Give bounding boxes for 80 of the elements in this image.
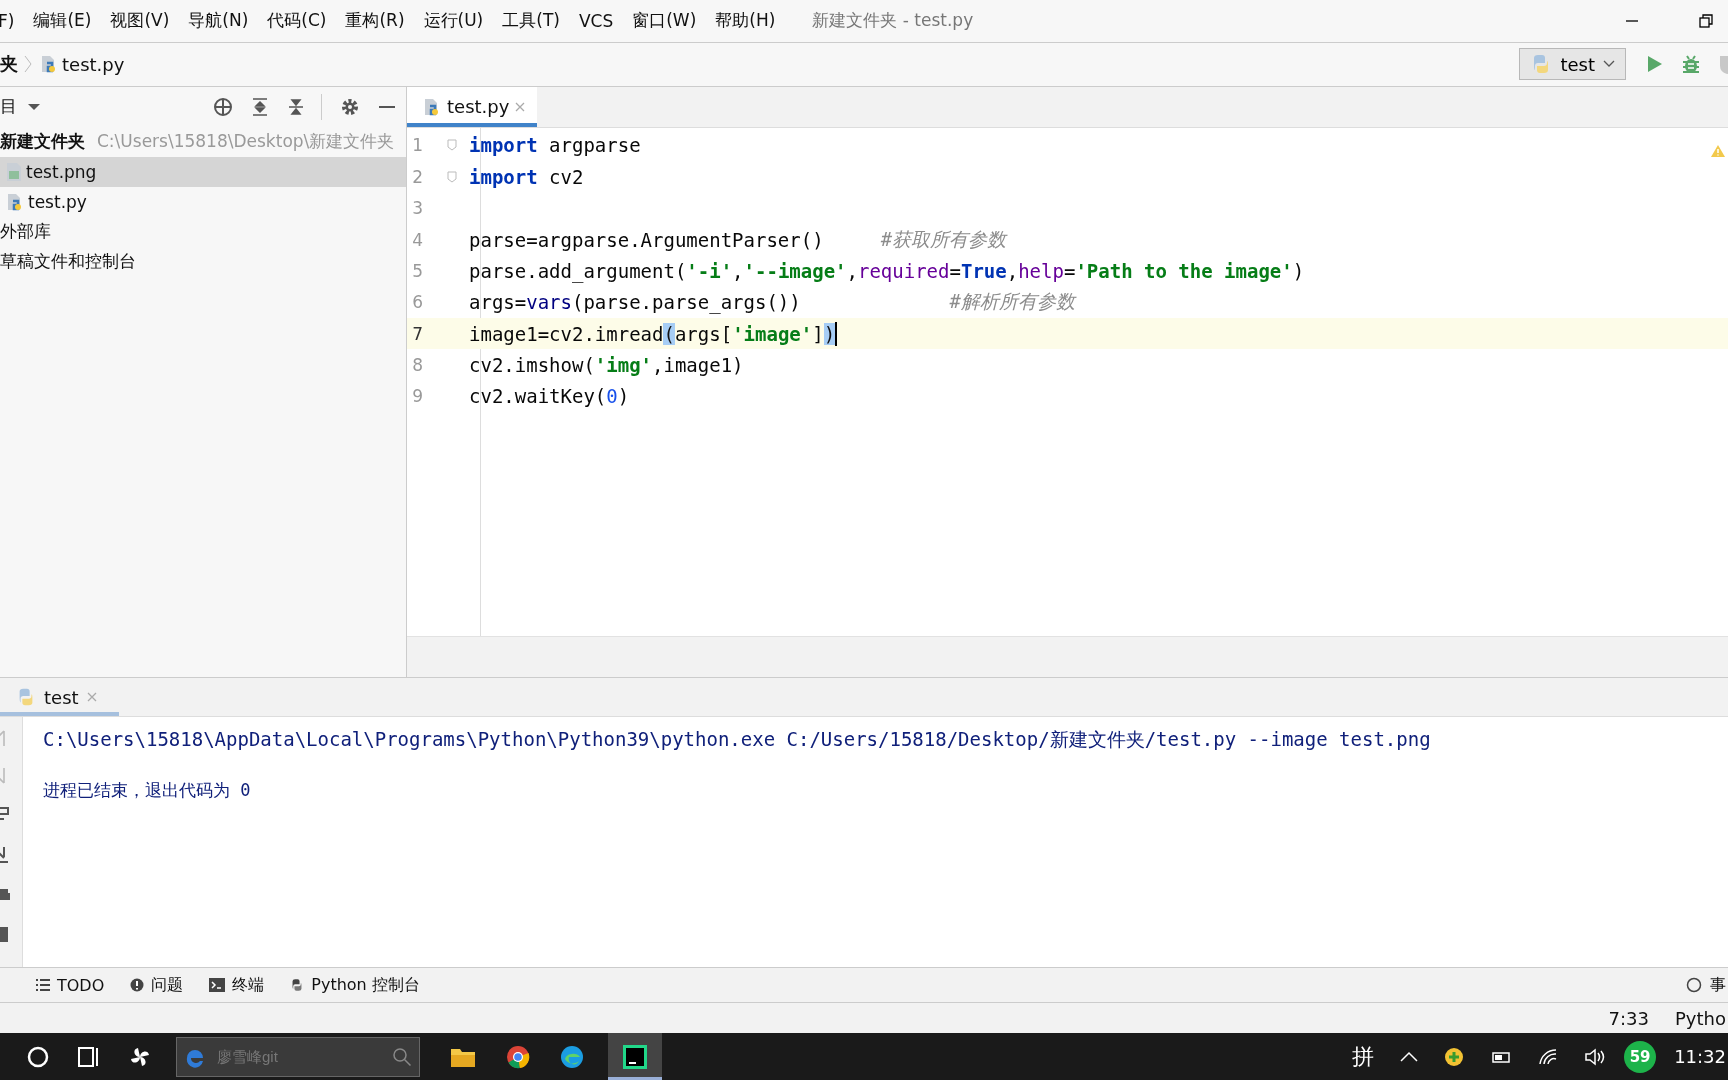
- image-file-icon: [6, 161, 22, 182]
- caret-icon: [1603, 60, 1615, 69]
- console-line: 进程已结束，退出代码为 0: [43, 779, 252, 803]
- line-number: 7: [411, 323, 423, 344]
- menu-item[interactable]: VCS: [578, 10, 614, 31]
- event-log-icon[interactable]: [1686, 977, 1702, 994]
- line-number: 3: [411, 198, 423, 219]
- taskbar-button[interactable]: [608, 1033, 662, 1080]
- menu-item[interactable]: F): [0, 10, 15, 31]
- search-icon: [392, 1046, 412, 1067]
- bug-icon[interactable]: [1680, 53, 1702, 76]
- code-line: import cv2: [469, 164, 584, 190]
- interpreter-label[interactable]: Pytho: [1675, 1007, 1726, 1029]
- dropdown-icon[interactable]: [27, 102, 41, 111]
- tree-item[interactable]: 新建文件夹 C:\Users\15818\Desktop\新建文件夹: [0, 126, 406, 157]
- chevron-up-icon[interactable]: [1400, 1050, 1419, 1063]
- chevron-icon: [24, 54, 32, 75]
- trash-icon[interactable]: [0, 925, 10, 944]
- tree-item[interactable]: test.py: [0, 186, 406, 217]
- clock[interactable]: 11:32: [1674, 1046, 1726, 1067]
- expand-all-icon[interactable]: [251, 96, 269, 117]
- settings-icon[interactable]: [340, 96, 360, 117]
- menu-item[interactable]: 导航(N): [188, 9, 249, 33]
- editor-tab[interactable]: test.py: [407, 86, 538, 127]
- line-number: 4: [411, 229, 423, 250]
- alert-icon: [130, 978, 145, 993]
- tool-window-button[interactable]: 终端: [209, 974, 265, 996]
- code-line: cv2.waitKey(0): [469, 384, 630, 410]
- code-line: import argparse: [469, 133, 641, 159]
- menu-item[interactable]: 视图(V): [110, 9, 170, 33]
- tool-window-button[interactable]: Python 控制台: [290, 974, 420, 996]
- line-number: 1: [411, 135, 423, 156]
- line-number: 6: [411, 292, 423, 313]
- python-file-icon: [423, 97, 441, 116]
- caret-position[interactable]: 7:33: [1608, 1007, 1649, 1029]
- tool-window-button[interactable]: TODO: [36, 975, 105, 995]
- breadcrumb[interactable]: 夹: [0, 52, 18, 77]
- menu-item[interactable]: 运行(U): [423, 9, 484, 33]
- code-line: parse=argparse.ArgumentParser() #获取所有参数: [469, 226, 1007, 253]
- restore-icon[interactable]: [1698, 12, 1714, 29]
- panel-title[interactable]: 目: [0, 95, 17, 119]
- code-line: parse.add_argument('-i','--image',required=True,help='Path to the image'): [469, 258, 1305, 284]
- collapse-all-icon[interactable]: [287, 96, 305, 117]
- line-number: 9: [411, 386, 423, 407]
- menu-item[interactable]: 窗口(W): [632, 9, 697, 33]
- python-file-icon: [40, 55, 58, 74]
- tree-item[interactable]: test.png: [0, 156, 406, 187]
- locate-icon[interactable]: [213, 96, 233, 117]
- tool-window-button[interactable]: 事: [1710, 974, 1726, 996]
- run-icon[interactable]: [1646, 54, 1664, 75]
- code-line: cv2.imshow('img',image1): [469, 353, 744, 379]
- tree-item[interactable]: 草稿文件和控制台: [0, 246, 406, 277]
- cortana-icon[interactable]: [26, 1044, 50, 1069]
- app-icon: [623, 1044, 647, 1069]
- console-line: C:\Users\15818\AppData\Local\Programs\Python\Python39\python.exe C:/Users/15818/Desktop/新建文件夹/test.py --image test.png: [43, 727, 1431, 753]
- tool-window-button[interactable]: 问题: [130, 974, 184, 996]
- line-number: 2: [411, 166, 423, 187]
- plus-badge-icon[interactable]: [1444, 1046, 1465, 1067]
- terminal-icon: [209, 978, 226, 993]
- python-file-icon: [6, 191, 24, 212]
- menu-item[interactable]: 帮助(H): [715, 9, 776, 33]
- line-number: 5: [411, 260, 423, 281]
- run-config-dropdown[interactable]: test: [1519, 48, 1626, 81]
- menu-item[interactable]: 工具(T): [502, 9, 560, 33]
- breadcrumb[interactable]: test.py: [62, 53, 125, 75]
- edge-icon[interactable]: [560, 1044, 584, 1069]
- menu-item[interactable]: 重构(R): [345, 9, 405, 33]
- list-icon: [36, 979, 50, 992]
- wifi-icon[interactable]: [1538, 1047, 1559, 1066]
- code-line: image1=cv2.imread(args['image']): [469, 320, 838, 347]
- input-method-indicator[interactable]: 拼: [1352, 1041, 1375, 1072]
- line-number: 8: [411, 355, 423, 376]
- window-title: 新建文件夹 - test.py: [812, 9, 974, 33]
- menu-item[interactable]: 代码(C): [267, 9, 327, 33]
- tree-item[interactable]: 外部库: [0, 216, 406, 247]
- chrome-icon[interactable]: [506, 1044, 530, 1069]
- run-tab[interactable]: test: [0, 678, 119, 717]
- speaker-icon[interactable]: [1584, 1047, 1607, 1066]
- code-line: args=vars(parse.parse_args()) #解析所有参数: [469, 289, 1075, 316]
- menu-item[interactable]: 编辑(E): [33, 9, 92, 33]
